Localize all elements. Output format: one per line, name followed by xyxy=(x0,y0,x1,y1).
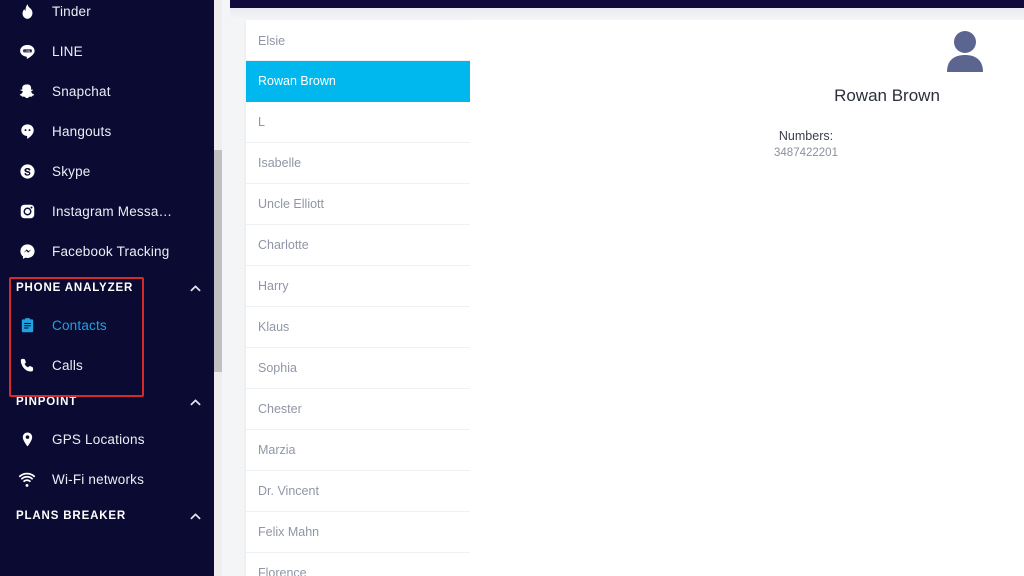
line-bubble-icon: LINE xyxy=(10,43,44,60)
detail-contact-name: Rowan Brown xyxy=(834,86,940,105)
sidebar-app-label: Hangouts xyxy=(52,123,112,139)
sidebar-scroll-region: Tinder LINE LINE Snapchat Hangouts Skype Insta… xyxy=(0,0,222,576)
sidebar-section-plans-breaker[interactable]: PLANS BREAKER xyxy=(0,499,222,533)
detail-numbers-label: Numbers: xyxy=(778,129,834,143)
contact-row[interactable]: Charlotte xyxy=(246,225,470,266)
top-bar-shadow xyxy=(230,8,1024,20)
sidebar-scrollbar-track[interactable] xyxy=(214,0,222,576)
sidebar-app-snapchat[interactable]: Snapchat xyxy=(0,71,222,111)
contact-row[interactable]: Isabelle xyxy=(246,143,470,184)
contact-row[interactable]: Florence xyxy=(246,553,470,576)
tinder-flame-icon xyxy=(10,3,44,20)
clipboard-icon xyxy=(10,317,44,334)
sidebar-scrollbar-thumb[interactable] xyxy=(214,150,222,372)
contact-row[interactable]: Marzia xyxy=(246,430,470,471)
sidebar-item-gps-locations[interactable]: GPS Locations xyxy=(0,419,222,459)
contact-name: Uncle Elliott xyxy=(258,197,324,211)
instagram-camera-icon xyxy=(10,203,44,220)
sidebar-app-skype[interactable]: Skype xyxy=(0,151,222,191)
sidebar-app-label: Facebook Tracking xyxy=(52,243,170,259)
sidebar-app-hangouts[interactable]: Hangouts xyxy=(0,111,222,151)
sidebar-app-label: Tinder xyxy=(52,3,91,19)
top-app-bar xyxy=(230,0,1024,8)
phone-handset-icon xyxy=(10,357,44,374)
svg-text:LINE: LINE xyxy=(24,48,30,52)
contact-name: Florence xyxy=(258,566,307,576)
contact-name: Charlotte xyxy=(258,238,309,252)
sidebar-item-calls[interactable]: Calls xyxy=(0,345,222,385)
sidebar-item-label: GPS Locations xyxy=(52,431,145,447)
chevron-up-icon[interactable] xyxy=(188,509,202,523)
sidebar-item-contacts[interactable]: Contacts xyxy=(0,305,222,345)
contact-name: L xyxy=(258,115,265,129)
person-avatar-icon xyxy=(946,30,984,72)
hangouts-quote-icon xyxy=(10,123,44,140)
contact-name: Elsie xyxy=(258,33,286,48)
contact-name: Sophia xyxy=(258,361,297,375)
sidebar-app-label: LINE xyxy=(52,43,83,59)
sidebar-section-title: PHONE ANALYZER xyxy=(16,282,134,294)
sidebar-item-label: Contacts xyxy=(52,317,107,333)
contact-row[interactable]: Chester xyxy=(246,389,470,430)
contacts-list-panel: Elsie Rowan Brown L Isabelle Uncle Elliott Ch… xyxy=(246,20,470,576)
sidebar-section-phone-analyzer[interactable]: PHONE ANALYZER xyxy=(0,271,222,305)
chevron-up-icon[interactable] xyxy=(188,395,202,409)
contact-row[interactable]: Klaus xyxy=(246,307,470,348)
sidebar-app-facebook-tracking[interactable]: Facebook Tracking xyxy=(0,231,222,271)
contact-row[interactable]: Sophia xyxy=(246,348,470,389)
contact-row[interactable]: L xyxy=(246,102,470,143)
contact-row[interactable]: Felix Mahn xyxy=(246,512,470,553)
contact-row[interactable]: Elsie xyxy=(246,20,470,61)
contact-name: Marzia xyxy=(258,443,296,457)
sidebar-section-pinpoint[interactable]: PINPOINT xyxy=(0,385,222,419)
sidebar-section-title: PINPOINT xyxy=(16,396,78,408)
contact-row[interactable]: Dr. Vincent xyxy=(246,471,470,512)
snapchat-ghost-icon xyxy=(10,83,44,100)
contact-name: Isabelle xyxy=(258,156,302,170)
contact-name: Felix Mahn xyxy=(258,525,320,539)
sidebar-app-tinder[interactable]: Tinder xyxy=(0,0,222,31)
detail-numbers-value[interactable]: 3487422201 xyxy=(700,147,912,159)
contact-row[interactable]: Uncle Elliott xyxy=(246,184,470,225)
sidebar: Tinder LINE LINE Snapchat Hangouts Skype Insta… xyxy=(0,0,222,576)
wifi-icon xyxy=(10,470,44,488)
contact-name: Rowan Brown xyxy=(258,74,336,88)
sidebar-item-label: Calls xyxy=(52,357,84,373)
contact-name: Dr. Vincent xyxy=(258,484,319,498)
sidebar-item-wi-fi-networks[interactable]: Wi-Fi networks xyxy=(0,459,222,499)
sidebar-app-instagram-messa[interactable]: Instagram Messa… xyxy=(0,191,222,231)
sidebar-app-label: Skype xyxy=(52,163,91,179)
sidebar-app-label: Instagram Messa… xyxy=(52,203,173,219)
map-pin-icon xyxy=(10,431,44,448)
sidebar-item-label: Wi-Fi networks xyxy=(52,471,145,487)
contact-name: Klaus xyxy=(258,320,290,334)
sidebar-app-label: Snapchat xyxy=(52,83,111,99)
contact-name: Harry xyxy=(258,279,289,293)
contact-row-selected[interactable]: Rowan Brown xyxy=(246,61,470,102)
messenger-bolt-icon xyxy=(10,243,44,260)
chevron-up-icon[interactable] xyxy=(188,281,202,295)
sidebar-section-title: PLANS BREAKER xyxy=(16,510,127,522)
sidebar-app-line[interactable]: LINE LINE xyxy=(0,31,222,71)
contact-name: Chester xyxy=(258,402,302,416)
skype-s-icon xyxy=(10,163,44,180)
contact-row[interactable]: Harry xyxy=(246,266,470,307)
app-root: Tinder LINE LINE Snapchat Hangouts Skype Insta… xyxy=(0,0,1024,576)
